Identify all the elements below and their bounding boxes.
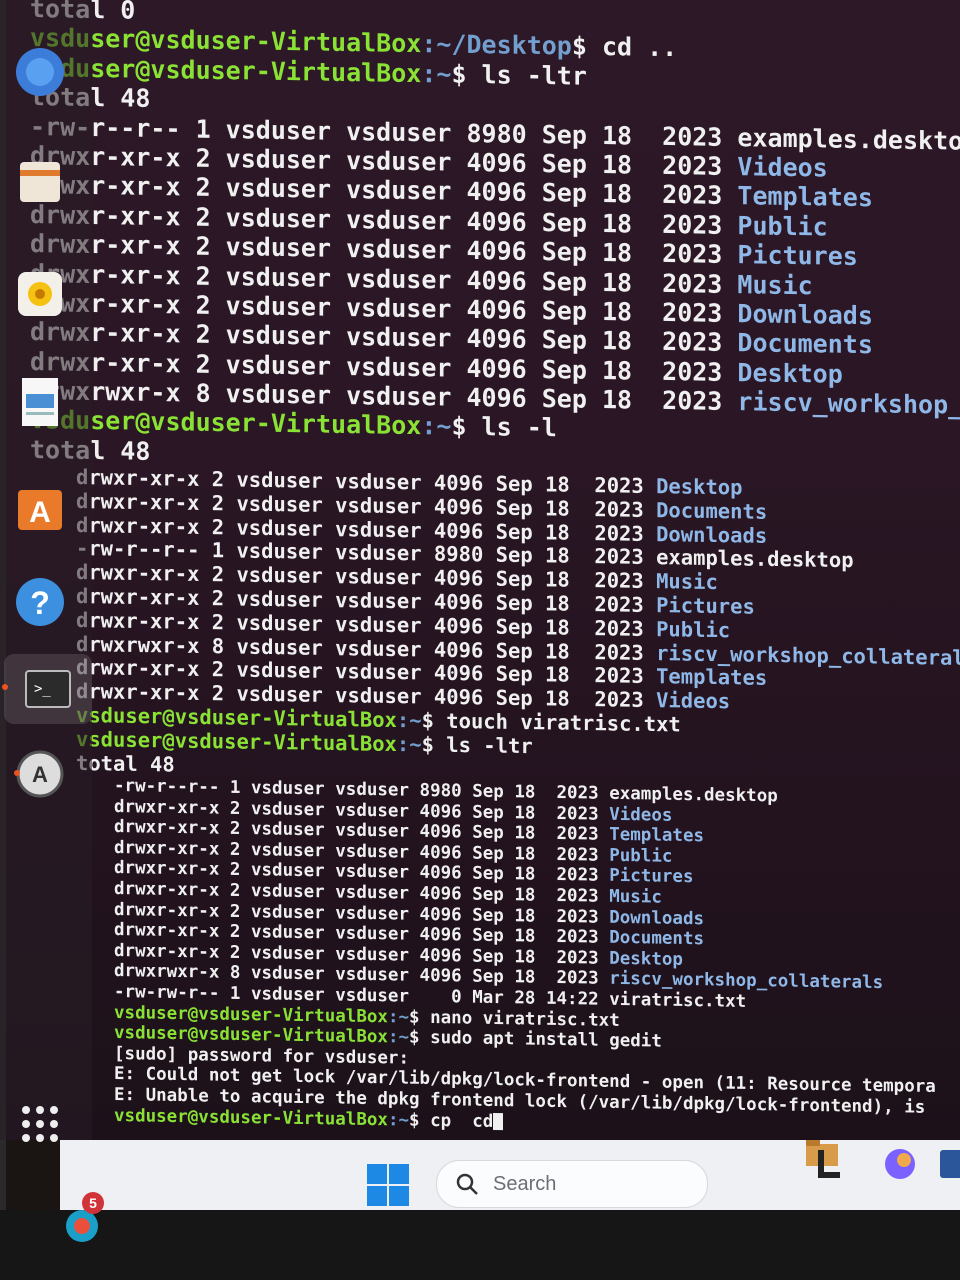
word-icon[interactable]	[934, 1144, 960, 1184]
terminal-output-upper: total 0vsduser@vsduser-VirtualBox:~/Desk…	[30, 0, 960, 482]
directory-name: Templates	[656, 664, 768, 691]
directory-name: Videos	[656, 688, 731, 714]
directory-name: Videos	[609, 804, 673, 826]
directory-name: Desktop	[656, 474, 743, 500]
prompt-path: :~	[396, 731, 422, 757]
command-text: $ cp cd	[409, 1110, 494, 1132]
app-icon-l[interactable]	[810, 1144, 850, 1184]
directory-name: Public	[737, 210, 828, 242]
directory-name: riscv_workshop_collate	[737, 387, 960, 422]
search-label: Search	[493, 1172, 557, 1195]
search-icon	[456, 1173, 478, 1195]
software-updater-icon[interactable]: A	[8, 742, 72, 806]
notification-app-icon[interactable]: 5	[60, 1192, 110, 1248]
terminal-output-lower: -rw-r--r-- 1 vsduser vsduser 8980 Sep 18…	[114, 776, 960, 1140]
directory-name: Music	[737, 269, 813, 300]
svg-text:A: A	[32, 762, 48, 787]
directory-name: Public	[656, 616, 731, 643]
directory-name: Downloads	[737, 299, 873, 331]
text-cursor	[493, 1112, 503, 1131]
directory-name: Videos	[737, 152, 828, 183]
svg-text:A: A	[29, 496, 51, 529]
directory-name: Templates	[609, 824, 705, 847]
windows-taskbar: Search	[60, 1140, 960, 1210]
prompt-path: :~/Desktop	[421, 29, 572, 61]
notification-badge: 5	[82, 1192, 104, 1214]
command-text: $ ls -ltr	[451, 59, 587, 91]
ubuntu-dock: A ? >_ A	[0, 0, 92, 1142]
software-center-icon[interactable]: A	[8, 476, 72, 540]
command-text: $ ls -l	[451, 412, 557, 443]
firefox-icon[interactable]	[8, 40, 72, 104]
directory-name: Downloads	[609, 907, 705, 929]
file-name: examples.desktop	[656, 545, 854, 573]
help-icon[interactable]: ?	[8, 570, 72, 634]
directory-name: Templates	[737, 181, 873, 213]
windows-start-icon[interactable]	[365, 1162, 411, 1208]
svg-text:>_: >_	[34, 681, 51, 697]
prompt-path: :~	[387, 1109, 410, 1131]
file-name: examples.desktop	[609, 783, 778, 807]
directory-name: Documents	[609, 927, 705, 950]
copilot-icon[interactable]	[880, 1144, 920, 1184]
directory-name: Pictures	[737, 240, 858, 272]
file-name: examples.desktop	[737, 122, 960, 156]
prompt-path: :~	[387, 1027, 410, 1048]
directory-name: Desktop	[609, 948, 683, 970]
terminal-window[interactable]: total 0vsduser@vsduser-VirtualBox:~/Desk…	[6, 0, 960, 1140]
directory-name: Documents	[737, 328, 873, 360]
files-icon[interactable]	[8, 150, 72, 214]
command-text: $ nano viratrisc.txt	[409, 1007, 620, 1031]
prompt-path: :~	[387, 1006, 410, 1028]
command-text: $ sudo apt install gedit	[409, 1027, 662, 1052]
directory-name: Desktop	[737, 357, 843, 389]
directory-name: Documents	[656, 497, 768, 524]
command-text: $ ls -ltr	[421, 732, 533, 758]
monitor-bezel-bottom	[0, 1210, 960, 1280]
file-name: viratrisc.txt	[609, 989, 747, 1012]
directory-name: Public	[609, 845, 673, 867]
svg-text:?: ?	[30, 585, 50, 621]
terminal-output-middle: drwxr-xr-x 2 vsduser vsduser 4096 Sep 18…	[76, 465, 960, 793]
directory-name: Music	[609, 886, 662, 908]
prompt-path: :~	[396, 708, 422, 733]
prompt-user: vsduser@vsduser-VirtualBox	[114, 1105, 388, 1130]
rhythmbox-icon[interactable]	[8, 262, 72, 326]
command-text: $ cd ..	[571, 31, 678, 63]
directory-name: Pictures	[609, 866, 694, 888]
prompt-path: :~	[421, 58, 452, 89]
terminal-icon[interactable]: >_	[2, 654, 92, 724]
directory-name: Pictures	[656, 593, 755, 619]
prompt-path: :~	[421, 411, 452, 442]
taskbar-search-box[interactable]: Search	[436, 1160, 708, 1208]
directory-name: Music	[656, 569, 718, 595]
directory-name: Downloads	[656, 521, 768, 548]
libreoffice-writer-icon[interactable]	[8, 370, 72, 434]
